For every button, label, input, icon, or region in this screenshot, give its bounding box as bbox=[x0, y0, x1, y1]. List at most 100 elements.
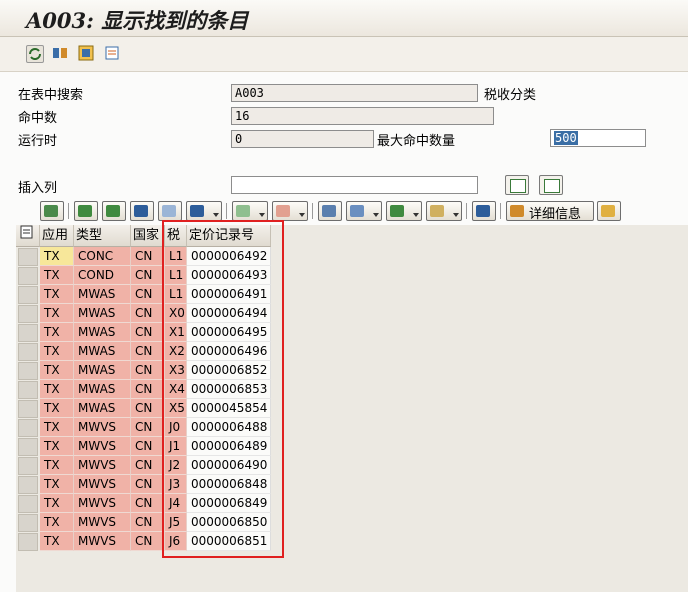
details-view-button[interactable] bbox=[40, 201, 64, 221]
cell-application[interactable]: TX bbox=[40, 532, 74, 551]
row-selector[interactable] bbox=[18, 400, 38, 418]
row-selector[interactable] bbox=[18, 362, 38, 380]
row-selector[interactable] bbox=[18, 495, 38, 513]
cell-country[interactable]: CN bbox=[131, 323, 165, 342]
print-icon bbox=[322, 205, 336, 217]
row-selector[interactable] bbox=[18, 438, 38, 456]
cell-application[interactable]: TX bbox=[40, 285, 74, 304]
insert-column-button[interactable] bbox=[505, 175, 529, 195]
insert-column-input[interactable] bbox=[231, 176, 478, 194]
cell-country[interactable]: CN bbox=[131, 304, 165, 323]
cell-type[interactable]: MWVS bbox=[74, 475, 131, 494]
cell-application[interactable]: TX bbox=[40, 361, 74, 380]
cell-country[interactable]: CN bbox=[131, 475, 165, 494]
print-button[interactable] bbox=[318, 201, 342, 221]
column-header-application[interactable]: 应用 bbox=[40, 225, 74, 247]
layout-icon bbox=[430, 205, 444, 217]
column-header-type[interactable]: 类型 bbox=[74, 225, 131, 247]
info-button[interactable] bbox=[472, 201, 496, 221]
refresh-icon[interactable] bbox=[26, 45, 44, 63]
cell-application[interactable]: TX bbox=[40, 247, 74, 266]
list-icon[interactable] bbox=[104, 45, 120, 61]
binoculars-icon bbox=[134, 205, 148, 217]
grid-toolbar: 详细信息 bbox=[16, 200, 688, 222]
cell-type[interactable]: MWAS bbox=[74, 285, 131, 304]
expand-button[interactable] bbox=[597, 201, 621, 221]
cell-country[interactable]: CN bbox=[131, 513, 165, 532]
cell-type[interactable]: MWAS bbox=[74, 399, 131, 418]
row-selector[interactable] bbox=[18, 286, 38, 304]
cell-country[interactable]: CN bbox=[131, 342, 165, 361]
cell-application[interactable]: TX bbox=[40, 399, 74, 418]
cell-country[interactable]: CN bbox=[131, 380, 165, 399]
cell-type[interactable]: MWAS bbox=[74, 323, 131, 342]
cell-application[interactable]: TX bbox=[40, 266, 74, 285]
cell-country[interactable]: CN bbox=[131, 399, 165, 418]
find-next-button[interactable] bbox=[158, 201, 182, 221]
cell-type[interactable]: CONC bbox=[74, 247, 131, 266]
export-icon bbox=[390, 205, 404, 217]
cell-country[interactable]: CN bbox=[131, 456, 165, 475]
cell-type[interactable]: MWVS bbox=[74, 494, 131, 513]
detail-info-button[interactable]: 详细信息 bbox=[506, 201, 594, 222]
select-icon[interactable] bbox=[78, 45, 94, 61]
cell-country[interactable]: CN bbox=[131, 532, 165, 551]
cell-application[interactable]: TX bbox=[40, 304, 74, 323]
cell-country[interactable]: CN bbox=[131, 494, 165, 513]
row-selector[interactable] bbox=[18, 419, 38, 437]
row-selector[interactable] bbox=[18, 514, 38, 532]
remove-column-button[interactable] bbox=[539, 175, 563, 195]
cell-type[interactable]: MWVS bbox=[74, 437, 131, 456]
row-selector[interactable] bbox=[18, 533, 38, 551]
filter-button[interactable] bbox=[186, 201, 222, 221]
cell-country[interactable]: CN bbox=[131, 266, 165, 285]
cell-application[interactable]: TX bbox=[40, 513, 74, 532]
filter-icon[interactable] bbox=[52, 45, 68, 61]
row-selector[interactable] bbox=[18, 305, 38, 323]
runtime-field: 0 bbox=[231, 130, 374, 148]
cell-country[interactable]: CN bbox=[131, 437, 165, 456]
cell-type[interactable]: MWVS bbox=[74, 532, 131, 551]
cell-country[interactable]: CN bbox=[131, 361, 165, 380]
cell-application[interactable]: TX bbox=[40, 342, 74, 361]
row-selector[interactable] bbox=[18, 267, 38, 285]
row-selector[interactable] bbox=[18, 381, 38, 399]
cell-type[interactable]: MWAS bbox=[74, 342, 131, 361]
cell-type[interactable]: MWVS bbox=[74, 513, 131, 532]
cell-application[interactable]: TX bbox=[40, 494, 74, 513]
sort-ascending-button[interactable] bbox=[74, 201, 98, 221]
layout-button[interactable] bbox=[426, 201, 462, 221]
row-selector[interactable] bbox=[18, 343, 38, 361]
select-all-header[interactable] bbox=[16, 225, 40, 247]
total-button[interactable] bbox=[232, 201, 268, 221]
export-button[interactable] bbox=[386, 201, 422, 221]
cell-type[interactable]: MWAS bbox=[74, 361, 131, 380]
cell-application[interactable]: TX bbox=[40, 456, 74, 475]
cell-type[interactable]: MWAS bbox=[74, 304, 131, 323]
row-selector[interactable] bbox=[18, 248, 38, 266]
insert-column-label: 插入列 bbox=[18, 181, 58, 196]
chevron-down-icon bbox=[299, 213, 305, 217]
cell-country[interactable]: CN bbox=[131, 285, 165, 304]
cell-type[interactable]: COND bbox=[74, 266, 131, 285]
sort-descending-button[interactable] bbox=[102, 201, 126, 221]
cell-type[interactable]: MWVS bbox=[74, 456, 131, 475]
cell-application[interactable]: TX bbox=[40, 380, 74, 399]
detail-info-label: 详细信息 bbox=[529, 207, 582, 222]
cell-type[interactable]: MWVS bbox=[74, 418, 131, 437]
max-hits-input[interactable]: 500 bbox=[550, 129, 646, 147]
cell-country[interactable]: CN bbox=[131, 247, 165, 266]
cell-application[interactable]: TX bbox=[40, 418, 74, 437]
cell-country[interactable]: CN bbox=[131, 418, 165, 437]
row-selector[interactable] bbox=[18, 457, 38, 475]
row-selector[interactable] bbox=[18, 324, 38, 342]
subtotal-button[interactable] bbox=[272, 201, 308, 221]
find-button[interactable] bbox=[130, 201, 154, 221]
view-button[interactable] bbox=[346, 201, 382, 221]
column-header-country[interactable]: 国家 bbox=[131, 225, 165, 247]
cell-application[interactable]: TX bbox=[40, 437, 74, 456]
cell-application[interactable]: TX bbox=[40, 475, 74, 494]
cell-type[interactable]: MWAS bbox=[74, 380, 131, 399]
cell-application[interactable]: TX bbox=[40, 323, 74, 342]
row-selector[interactable] bbox=[18, 476, 38, 494]
